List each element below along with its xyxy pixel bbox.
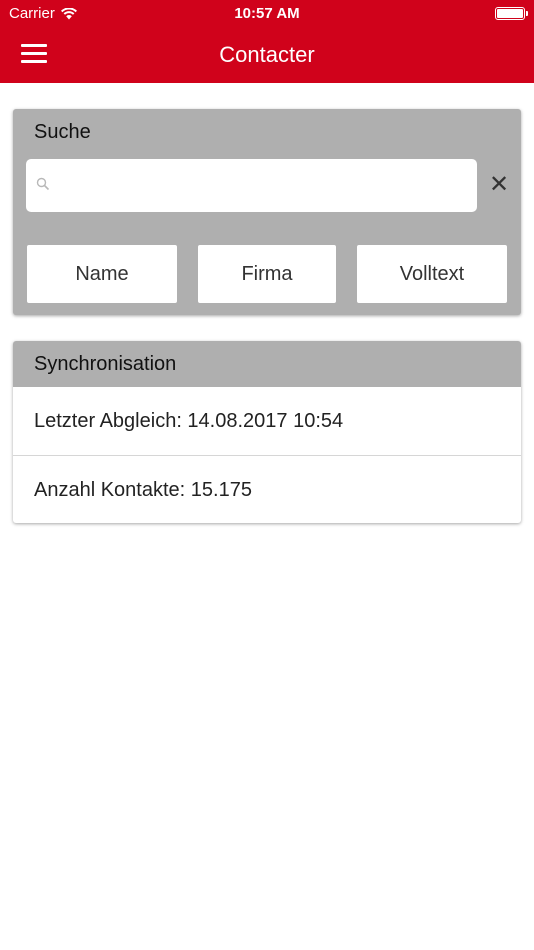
last-sync-row: Letzter Abgleich: 14.08.2017 10:54 — [34, 410, 344, 432]
status-time: 10:57 AM — [234, 5, 300, 22]
filter-firma-button[interactable]: Firma — [198, 245, 336, 303]
search-title: Suche — [34, 121, 91, 143]
close-icon[interactable]: ✕ — [487, 172, 511, 198]
page-title: Contacter — [219, 42, 315, 67]
search-field[interactable] — [26, 159, 477, 212]
sync-header: Synchronisation — [13, 341, 521, 387]
search-icon — [36, 177, 50, 191]
search-card: Suche ✕ Name Firma Volltext — [13, 109, 521, 315]
app-header: Carrier 10:57 AM Contacter — [0, 0, 534, 83]
contact-count-row: Anzahl Kontakte: 15.175 — [13, 455, 521, 523]
battery-icon — [495, 7, 528, 20]
filter-volltext-button[interactable]: Volltext — [357, 245, 507, 303]
search-input[interactable] — [60, 159, 465, 212]
sync-card: Synchronisation Letzter Abgleich: 14.08.… — [13, 341, 521, 523]
sync-title: Synchronisation — [34, 353, 177, 375]
filter-name-button[interactable]: Name — [27, 245, 177, 303]
